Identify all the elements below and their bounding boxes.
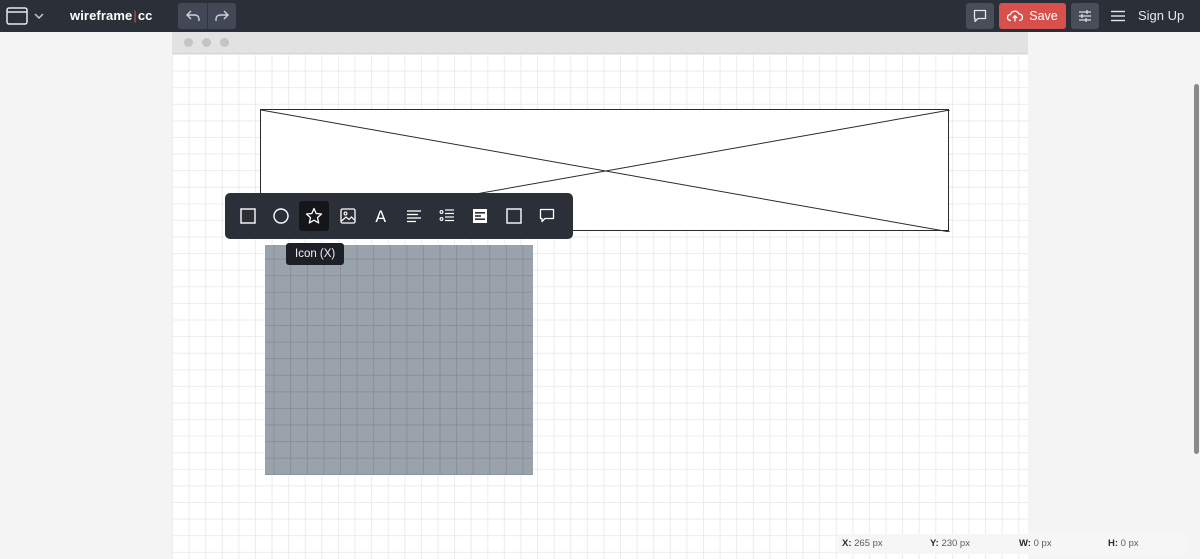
tool-comment[interactable] [532, 201, 562, 231]
browser-window-icon [6, 7, 28, 25]
tooltip: Icon (X) [286, 243, 345, 265]
status-y-label: Y: [930, 538, 939, 549]
status-x: X: 265 px [842, 536, 883, 552]
square-icon [240, 208, 256, 224]
logo-suffix: cc [137, 8, 153, 23]
tool-icon[interactable] [299, 201, 330, 231]
cloud-upload-icon [1007, 10, 1024, 22]
selection-rectangle[interactable] [265, 245, 533, 475]
status-h-label: H: [1108, 538, 1119, 549]
vertical-scrollbar[interactable] [1194, 84, 1199, 454]
status-w-value: 0 px [1033, 538, 1052, 549]
redo-icon [215, 10, 229, 21]
tool-box[interactable] [499, 201, 529, 231]
tool-rectangle[interactable] [233, 201, 263, 231]
chevron-down-icon [34, 13, 44, 19]
list-icon [439, 209, 455, 222]
status-w-label: W: [1019, 538, 1031, 549]
shape-toolbar: A [225, 193, 573, 239]
tool-image[interactable] [333, 201, 363, 231]
tool-browser-block[interactable] [465, 201, 495, 231]
status-x-value: 265 px [854, 538, 883, 549]
status-w: W: 0 px [1019, 536, 1052, 552]
status-x-label: X: [842, 538, 852, 549]
menu-button[interactable] [1110, 7, 1126, 25]
star-icon [306, 207, 323, 224]
speech-bubble-icon [539, 208, 554, 223]
tool-text[interactable]: A [366, 201, 396, 231]
save-label: Save [1029, 9, 1058, 23]
status-h: H: 0 px [1108, 536, 1139, 552]
image-icon [339, 208, 356, 224]
top-bar: wireframe|cc Save Sign Up [0, 0, 1200, 32]
frame-type-select[interactable] [6, 6, 44, 26]
logo-text: wireframe [70, 8, 133, 23]
hamburger-icon [1111, 10, 1125, 22]
status-h-value: 0 px [1120, 538, 1139, 549]
undo-icon [185, 10, 200, 21]
circle-icon [273, 208, 289, 224]
align-left-icon [406, 210, 421, 223]
undo-button[interactable] [178, 3, 207, 29]
window-dot [202, 38, 211, 47]
app-logo[interactable]: wireframe|cc [70, 8, 152, 23]
window-dot [184, 38, 193, 47]
undo-redo-group [178, 3, 236, 29]
redo-button[interactable] [207, 3, 236, 29]
sign-up-link[interactable]: Sign Up [1138, 8, 1184, 23]
save-button[interactable]: Save [999, 3, 1066, 29]
tool-paragraph[interactable] [399, 201, 429, 231]
status-y: Y: 230 px [930, 536, 970, 552]
status-y-value: 230 px [941, 538, 970, 549]
browser-icon [473, 209, 488, 223]
square-icon [505, 208, 522, 224]
window-dot [220, 38, 229, 47]
comments-button[interactable] [966, 3, 994, 29]
text-icon: A [375, 206, 387, 226]
speech-bubble-icon [973, 9, 987, 23]
tool-list[interactable] [432, 201, 462, 231]
logo-separator: | [133, 8, 137, 23]
tool-circle[interactable] [266, 201, 296, 231]
sliders-icon [1079, 10, 1091, 22]
browser-titlebar [172, 32, 1028, 54]
settings-button[interactable] [1071, 3, 1099, 29]
